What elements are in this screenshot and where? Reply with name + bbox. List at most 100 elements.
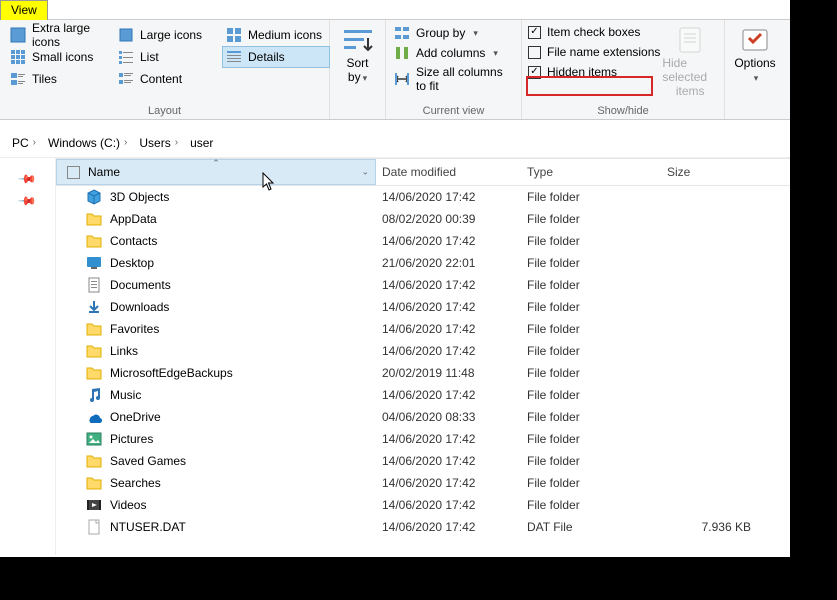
layout-option[interactable]: Medium icons — [222, 24, 330, 46]
pin-icon[interactable]: 📌 — [17, 169, 37, 189]
table-row[interactable]: Documents14/06/2020 17:42File folder — [56, 274, 790, 296]
table-row[interactable]: Searches 14/06/2020 17:42File folder — [56, 472, 790, 494]
ribbon-group-current-view: Group by▾ Add columns▾ Size all columns … — [386, 20, 522, 119]
file-type: File folder — [521, 366, 661, 380]
layout-icon — [118, 27, 134, 43]
file-name: Documents — [110, 278, 171, 292]
file-list: ⌃ Name ⌄ Date modified Type Size 3D Obje… — [55, 158, 790, 555]
file-type: File folder — [521, 476, 661, 490]
file-type: File folder — [521, 410, 661, 424]
file-name: Downloads — [110, 300, 169, 314]
table-row[interactable]: NTUSER.DAT14/06/2020 17:42DAT File7.936 … — [56, 516, 790, 538]
sort-button[interactable]: Sort by▾ — [336, 56, 379, 85]
column-header-type[interactable]: Type — [521, 165, 661, 179]
ribbon-group-options: Options▾ — [725, 20, 785, 119]
file-type: File folder — [521, 432, 661, 446]
add-columns-button[interactable]: Add columns▾ — [392, 44, 515, 62]
3d-icon — [86, 189, 102, 205]
file-name: Favorites — [110, 322, 159, 336]
table-row[interactable]: Saved Games14/06/2020 17:42File folder — [56, 450, 790, 472]
column-header-size[interactable]: Size — [661, 165, 741, 179]
file-name: Videos — [110, 498, 146, 512]
checkbox-checked-icon: ✓ — [528, 66, 541, 79]
breadcrumb-item[interactable]: Users› — [135, 134, 182, 152]
layout-icon — [118, 49, 134, 65]
group-by-button[interactable]: Group by▾ — [392, 24, 515, 42]
options-icon — [739, 24, 771, 56]
checkbox-checked-icon: ✓ — [528, 26, 541, 39]
file-name: Pictures — [110, 432, 153, 446]
pin-icon[interactable]: 📌 — [17, 191, 37, 211]
column-header-date[interactable]: Date modified — [376, 165, 521, 179]
layout-icon — [10, 49, 26, 65]
quick-access-pins: 📌 📌 — [0, 158, 55, 555]
file-name-extensions-toggle[interactable]: File name extensions — [528, 44, 662, 60]
file-date: 14/06/2020 17:42 — [376, 322, 521, 336]
size-all-columns-button[interactable]: Size all columns to fit — [392, 64, 515, 94]
dropdown-icon[interactable]: ⌄ — [361, 167, 369, 178]
file-date: 08/02/2020 00:39 — [376, 212, 521, 226]
file-name: Searches — [110, 476, 161, 490]
fit-icon — [394, 71, 410, 87]
music-icon — [86, 387, 102, 403]
file-date: 14/06/2020 17:42 — [376, 520, 521, 534]
file-date: 14/06/2020 17:42 — [376, 476, 521, 490]
chevron-right-icon: › — [33, 137, 36, 148]
table-row[interactable]: Videos14/06/2020 17:42File folder — [56, 494, 790, 516]
breadcrumb-item[interactable]: Windows (C:)› — [44, 134, 131, 152]
file-name: MicrosoftEdgeBackups — [110, 366, 233, 380]
table-row[interactable]: 3D Objects14/06/2020 17:42File folder — [56, 186, 790, 208]
hide-selected-button[interactable]: Hide selected items — [662, 24, 718, 98]
checkbox-unchecked-icon — [528, 46, 541, 59]
file-date: 14/06/2020 17:42 — [376, 432, 521, 446]
file-name: Contacts — [110, 234, 157, 248]
layout-option[interactable]: Tiles — [6, 68, 114, 90]
layout-option[interactable]: Details — [222, 46, 330, 68]
file-date: 14/06/2020 17:42 — [376, 498, 521, 512]
breadcrumb-item[interactable]: user — [186, 134, 217, 152]
file-name: Music — [110, 388, 141, 402]
table-row[interactable]: AppData08/02/2020 00:39File folder — [56, 208, 790, 230]
table-row[interactable]: OneDrive04/06/2020 08:33File folder — [56, 406, 790, 428]
table-row[interactable]: Links14/06/2020 17:42File folder — [56, 340, 790, 362]
ribbon-group-show-hide: ✓ Item check boxes File name extensions … — [522, 20, 725, 119]
ribbon-group-layout: Extra large iconsLarge iconsMedium icons… — [0, 20, 330, 119]
videos-icon — [86, 497, 102, 513]
options-button[interactable]: Options▾ — [734, 56, 775, 84]
file-date: 14/06/2020 17:42 — [376, 234, 521, 248]
layout-option[interactable]: Extra large icons — [6, 24, 114, 46]
breadcrumb-item[interactable]: PC› — [8, 134, 40, 152]
table-row[interactable]: Music14/06/2020 17:42File folder — [56, 384, 790, 406]
layout-option[interactable]: Large icons — [114, 24, 222, 46]
group-label-layout: Layout — [6, 105, 323, 117]
table-row[interactable]: MicrosoftEdgeBackups 20/02/2019 11:48File… — [56, 362, 790, 384]
file-type: File folder — [521, 234, 661, 248]
group-icon — [394, 25, 410, 41]
table-row[interactable]: Contacts 14/06/2020 17:42File folder — [56, 230, 790, 252]
table-row[interactable]: Pictures 14/06/2020 17:42File folder — [56, 428, 790, 450]
file-date: 14/06/2020 17:42 — [376, 454, 521, 468]
file-type: File folder — [521, 256, 661, 270]
table-row[interactable]: Favorites14/06/2020 17:42File folder — [56, 318, 790, 340]
layout-option[interactable]: List — [114, 46, 222, 68]
select-all-checkbox[interactable] — [67, 166, 80, 179]
file-date: 21/06/2020 22:01 — [376, 256, 521, 270]
column-header-name[interactable]: ⌃ Name ⌄ — [56, 159, 376, 185]
table-row[interactable]: Downloads14/06/2020 17:42File folder — [56, 296, 790, 318]
onedrive-icon — [86, 409, 102, 425]
layout-option[interactable]: Content — [114, 68, 222, 90]
file-date: 20/02/2019 11:48 — [376, 366, 521, 380]
explorer-window: View Extra large iconsLarge iconsMedium … — [0, 0, 790, 557]
tab-view[interactable]: View — [0, 0, 48, 20]
hidden-items-toggle[interactable]: ✓ Hidden items — [528, 64, 662, 80]
layout-icon — [10, 71, 26, 87]
ribbon-tab-bar: View — [0, 0, 790, 20]
table-row[interactable]: Desktop21/06/2020 22:01File folder — [56, 252, 790, 274]
file-date: 14/06/2020 17:42 — [376, 300, 521, 314]
layout-option[interactable]: Small icons — [6, 46, 114, 68]
folder-icon — [86, 453, 102, 469]
item-check-boxes-toggle[interactable]: ✓ Item check boxes — [528, 24, 662, 40]
layout-icon — [226, 49, 242, 65]
file-date: 14/06/2020 17:42 — [376, 190, 521, 204]
file-date: 04/06/2020 08:33 — [376, 410, 521, 424]
